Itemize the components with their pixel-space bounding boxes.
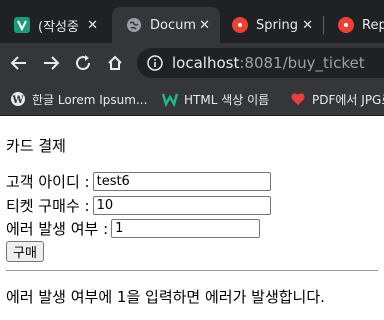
- tab-draft[interactable]: (작성중 ✕: [0, 7, 108, 43]
- wordpress-icon: W: [10, 91, 26, 107]
- ticket-count-label: 티켓 구매수 :: [6, 197, 90, 215]
- reload-icon[interactable]: [71, 51, 95, 75]
- purchase-button[interactable]: 구매: [6, 241, 44, 262]
- rocket-icon: [338, 17, 354, 33]
- tab-repo[interactable]: Repo: [324, 7, 384, 43]
- page-title: 카드 결제: [6, 137, 66, 155]
- bookmark-pdf-jpg[interactable]: PDF에서 JPG로: [290, 89, 384, 109]
- page-content: 카드 결제 고객 아이디 : 티켓 구매수 : 에러 발생 여부 : 구매 에러…: [0, 116, 384, 320]
- url-path: :8081/buy_ticket: [239, 54, 365, 72]
- bookmark-lorem[interactable]: W 한글 Lorem Ipsum...: [10, 89, 147, 109]
- bookmark-html-colors[interactable]: HTML 색상 이름: [162, 89, 269, 109]
- ticket-count-row: 티켓 구매수 :: [6, 195, 271, 216]
- url-text: localhost:8081/buy_ticket: [172, 54, 365, 72]
- error-flag-label: 에러 발생 여부 :: [6, 220, 109, 238]
- divider: [6, 270, 378, 271]
- w-logo-icon: [162, 91, 178, 107]
- v-logo-icon: [14, 17, 30, 33]
- error-flag-row: 에러 발생 여부 :: [6, 218, 261, 239]
- home-icon[interactable]: [103, 51, 127, 75]
- customer-id-label: 고객 아이디 :: [6, 173, 90, 191]
- svg-text:W: W: [11, 95, 24, 106]
- tab-document[interactable]: Docum ✕: [112, 7, 220, 43]
- error-flag-input[interactable]: [111, 219, 261, 238]
- address-bar[interactable]: localhost:8081/buy_ticket: [137, 48, 384, 78]
- back-icon[interactable]: [7, 51, 31, 75]
- ticket-count-input[interactable]: [92, 196, 271, 215]
- bookmark-label: 한글 Lorem Ipsum...: [32, 92, 148, 107]
- close-icon[interactable]: ✕: [302, 18, 313, 33]
- tab-spring[interactable]: Spring ✕: [218, 7, 323, 43]
- customer-id-input[interactable]: [92, 172, 271, 191]
- heart-icon: [290, 91, 306, 107]
- tab-strip: (작성중 ✕ Docum ✕ Spring ✕ Repo: [0, 0, 384, 43]
- info-icon[interactable]: [147, 55, 163, 71]
- close-icon[interactable]: ✕: [199, 18, 210, 33]
- bookmark-label: HTML 색상 이름: [184, 92, 270, 107]
- close-icon[interactable]: ✕: [87, 18, 98, 33]
- error-hint-text: 에러 발생 여부에 1을 입력하면 에러가 발생합니다.: [6, 288, 325, 306]
- bookmark-label: PDF에서 JPG로: [312, 92, 384, 107]
- browser-toolbar: localhost:8081/buy_ticket: [0, 43, 384, 83]
- bookmarks-bar: W 한글 Lorem Ipsum... HTML 색상 이름 PDF에서 JPG…: [0, 83, 384, 116]
- globe-icon: [126, 17, 142, 33]
- tab-title: Docum: [150, 17, 197, 33]
- forward-icon[interactable]: [39, 51, 63, 75]
- url-host: localhost: [172, 54, 240, 72]
- tab-title: (작성중: [38, 19, 79, 35]
- customer-id-row: 고객 아이디 :: [6, 171, 271, 192]
- rocket-icon: [232, 17, 248, 33]
- tab-title: Repo: [362, 17, 384, 33]
- tab-title: Spring: [256, 17, 298, 33]
